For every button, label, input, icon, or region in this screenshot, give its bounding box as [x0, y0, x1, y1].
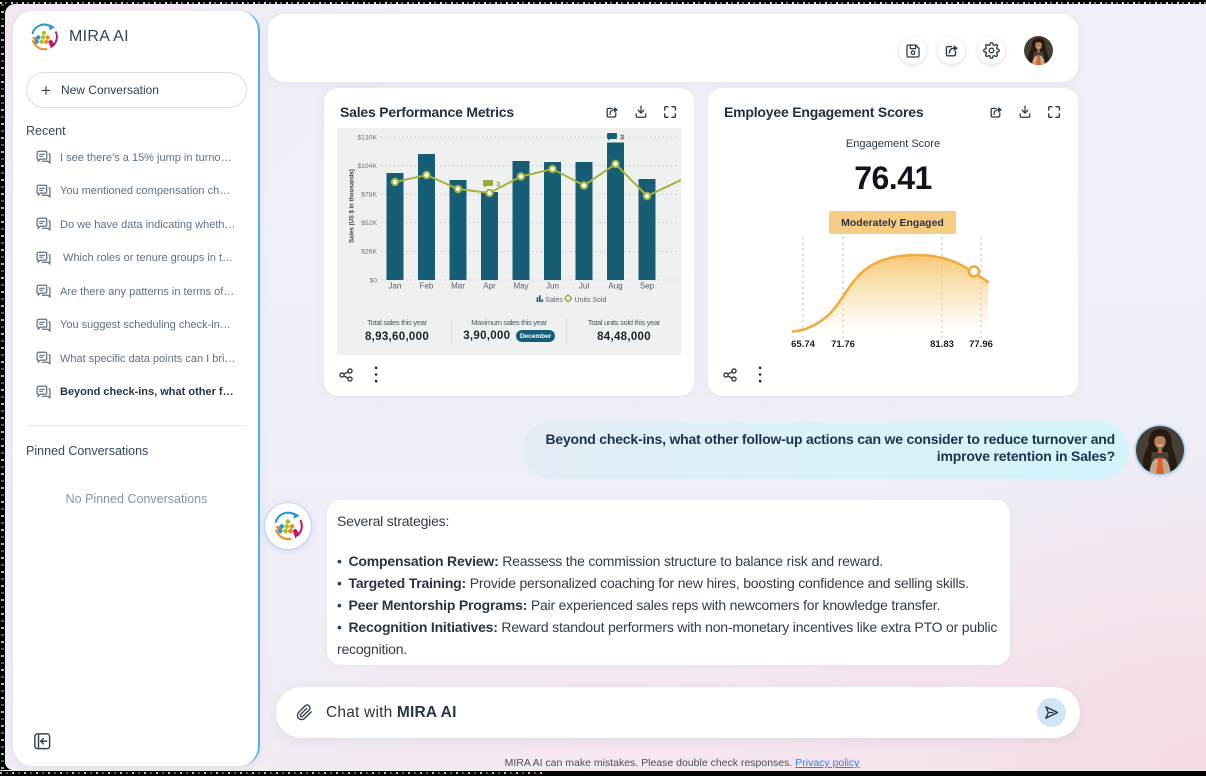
- svg-text:77.96: 77.96: [969, 339, 993, 347]
- svg-text:Mar: Mar: [451, 282, 465, 291]
- svg-text:Jan: Jan: [389, 282, 402, 291]
- svg-text:May: May: [513, 282, 528, 291]
- svg-text:Aug: Aug: [608, 282, 622, 291]
- svg-text:Sales: Sales: [545, 297, 563, 304]
- svg-text:Apr: Apr: [483, 282, 496, 291]
- svg-text:3: 3: [620, 133, 624, 142]
- svg-text:3: 3: [496, 180, 500, 189]
- svg-text:65.74: 65.74: [791, 339, 815, 347]
- svg-text:$78K: $78K: [361, 192, 377, 199]
- svg-text:Jul: Jul: [579, 282, 589, 291]
- svg-text:$52K: $52K: [361, 220, 377, 227]
- svg-text:$130K: $130K: [357, 134, 377, 141]
- svg-text:Sales (US $ in thousands): Sales (US $ in thousands): [350, 169, 356, 243]
- svg-text:Sep: Sep: [640, 282, 655, 291]
- svg-text:$104K: $104K: [357, 163, 377, 170]
- svg-text:Jun: Jun: [546, 282, 559, 291]
- svg-text:$0: $0: [369, 277, 377, 284]
- svg-text:Feb: Feb: [420, 282, 434, 291]
- svg-text:Units Sold: Units Sold: [575, 297, 607, 304]
- svg-text:71.76: 71.76: [831, 339, 855, 347]
- svg-text:$26K: $26K: [361, 249, 377, 256]
- svg-text:81.83: 81.83: [930, 339, 954, 347]
